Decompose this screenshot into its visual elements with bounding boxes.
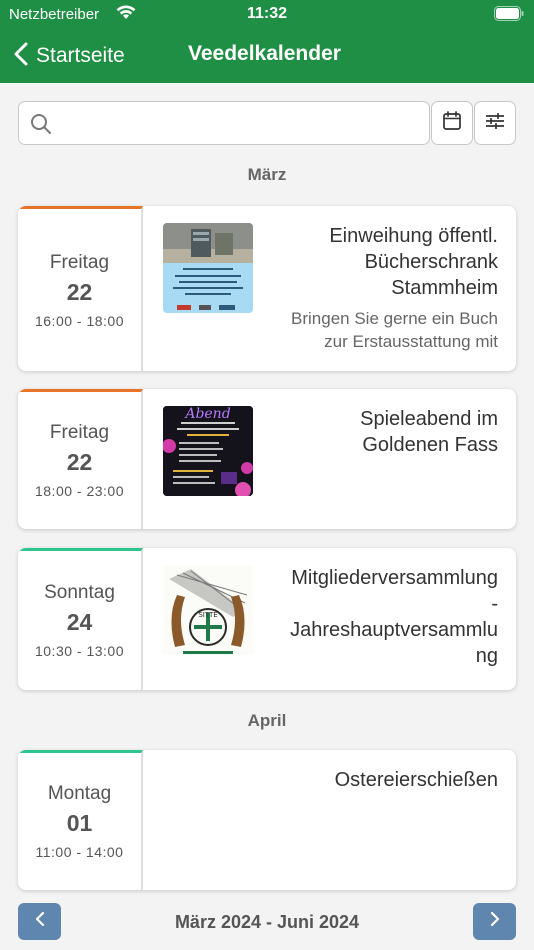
event-weekday: Freitag <box>49 422 110 443</box>
sliders-icon <box>485 112 505 135</box>
search-bar[interactable] <box>18 101 430 145</box>
event-date: Montag 01 11:00 - 14:00 <box>18 750 143 890</box>
page-title: Veedelkalender <box>188 42 341 65</box>
chevron-left-icon <box>14 42 28 71</box>
event-time: 11:00 - 14:00 <box>35 844 124 860</box>
next-range-button[interactable] <box>473 903 516 940</box>
event-day: 22 <box>66 449 93 475</box>
calendar-icon <box>443 111 461 135</box>
event-day: 24 <box>66 609 93 635</box>
event-weekday: Sonntag <box>44 582 115 603</box>
event-title: Mitgliederversammlung - Jahreshauptversa… <box>290 567 498 667</box>
navigation-bar: Startseite Veedelkalender <box>0 30 534 83</box>
filter-button[interactable] <box>474 101 516 145</box>
event-date: Sonntag 24 10:30 - 13:00 <box>18 548 143 690</box>
event-weekday: Montag <box>47 783 112 804</box>
event-image: SITTE <box>163 565 253 655</box>
event-card[interactable]: Freitag 22 18:00 - 23:00 Abend Spieleabe… <box>18 389 516 529</box>
event-title: Ostereierschießen <box>334 769 498 791</box>
event-subtitle: Bringen Sie gerne ein Buch zur Erstausst… <box>291 309 498 351</box>
date-range-label: März 2024 - Juni 2024 <box>174 912 360 932</box>
event-date: Freitag 22 18:00 - 23:00 <box>18 389 143 529</box>
calendar-button[interactable] <box>431 101 473 145</box>
chevron-right-icon <box>490 911 500 932</box>
event-card[interactable]: Freitag 22 16:00 - 18:00 Einweihung öffe… <box>18 206 516 371</box>
event-date: Freitag 22 16:00 - 18:00 <box>18 206 143 371</box>
event-time: 16:00 - 18:00 <box>34 312 124 329</box>
clock: 11:32 <box>246 5 288 22</box>
event-weekday: Freitag <box>49 251 110 273</box>
event-time: 18:00 - 23:00 <box>34 483 124 499</box>
event-day: 01 <box>66 810 93 836</box>
back-label: Startseite <box>36 44 125 67</box>
back-button[interactable]: Startseite <box>14 39 125 73</box>
event-image-text: SITTE <box>198 611 217 619</box>
event-image-text: Abend <box>183 406 230 422</box>
month-header: März <box>247 165 287 184</box>
search-icon <box>30 113 52 140</box>
event-day: 22 <box>66 278 93 305</box>
event-title: Einweihung öffentl. Bücherschrank Stammh… <box>329 225 498 299</box>
search-input[interactable] <box>63 103 423 143</box>
event-card[interactable]: Montag 01 11:00 - 14:00 Ostereierschieße… <box>18 750 516 890</box>
event-time: 10:30 - 13:00 <box>34 643 124 659</box>
battery-icon <box>494 6 524 26</box>
month-header: April <box>247 711 287 730</box>
event-card[interactable]: Sonntag 24 10:30 - 13:00 SITTE Mitgliede… <box>18 548 516 690</box>
event-title: Spieleabend im Goldenen Fass <box>360 408 498 456</box>
event-image <box>163 223 253 313</box>
event-image: Abend <box>163 406 253 496</box>
status-bar: Netzbetreiber 11:32 <box>0 0 534 30</box>
